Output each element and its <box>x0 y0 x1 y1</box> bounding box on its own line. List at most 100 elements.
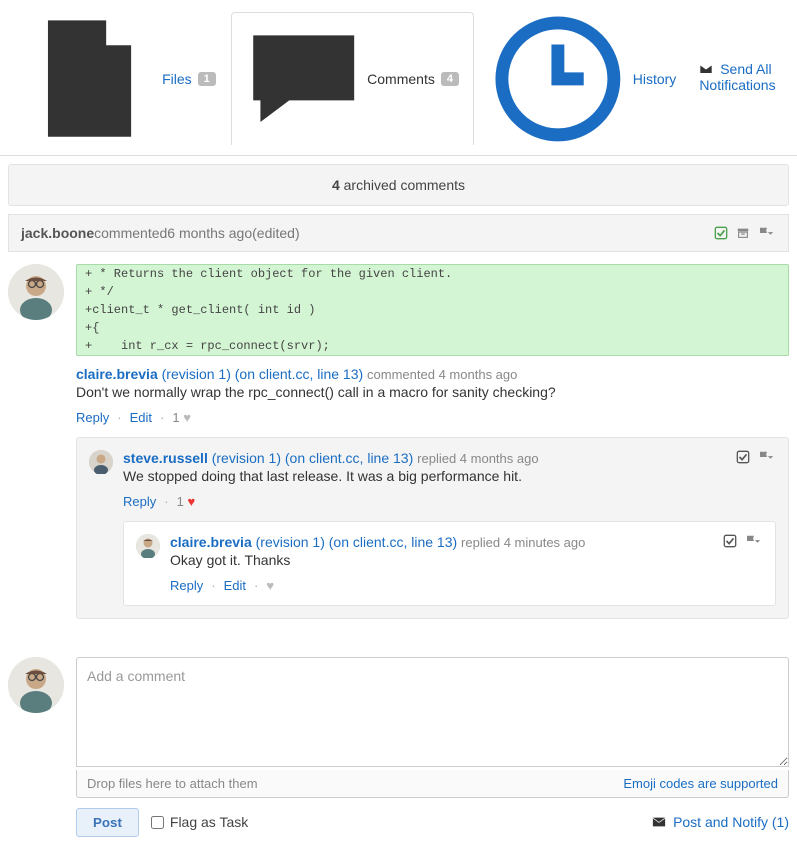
emoji-link[interactable]: Emoji codes are supported <box>623 776 778 791</box>
envelope-icon <box>699 62 713 76</box>
tab-history-label: History <box>633 71 677 87</box>
archived-text: archived comments <box>340 177 465 193</box>
comment-body: Okay got it. Thanks <box>170 552 723 568</box>
task-check-icon[interactable] <box>723 534 737 548</box>
comment-time: 4 months ago <box>460 451 539 466</box>
clock-icon <box>489 10 627 148</box>
thread-header: jack.boone commented 6 months ago (edite… <box>8 214 789 252</box>
tab-files-count: 1 <box>198 72 216 86</box>
like-count[interactable]: 1 ♥ <box>177 494 196 509</box>
comment-head: claire.brevia (revision 1) (on client.cc… <box>76 366 789 382</box>
tab-comments-count: 4 <box>441 72 459 86</box>
code-line: + int r_cx = rpc_connect(srvr); <box>77 337 788 355</box>
comment-foot: Reply · 1 ♥ <box>123 494 776 509</box>
flag-checkbox[interactable] <box>151 816 164 829</box>
flag-as-task[interactable]: Flag as Task <box>151 814 248 830</box>
task-check-icon[interactable] <box>736 450 750 464</box>
archived-banner: 4 archived comments <box>8 164 789 206</box>
tab-history[interactable]: History <box>474 1 691 156</box>
comment-revision[interactable]: (revision 1) (on client.cc, line 13) <box>256 534 458 550</box>
thread-edited: (edited) <box>252 225 299 241</box>
edit-link[interactable]: Edit <box>130 410 152 425</box>
comment-time: 4 minutes ago <box>504 535 586 550</box>
heart-icon[interactable]: ♥ <box>266 578 274 593</box>
edit-link[interactable]: Edit <box>224 578 246 593</box>
comment-head: steve.russell (revision 1) (on client.cc… <box>123 450 736 466</box>
post-and-notify-link[interactable]: Post and Notify (1) <box>652 814 789 830</box>
drop-bar[interactable]: Drop files here to attach them Emoji cod… <box>76 770 789 798</box>
composer: Drop files here to attach them Emoji cod… <box>76 657 789 837</box>
code-block: + * Returns the client object for the gi… <box>76 264 789 356</box>
thread-verb: commented <box>94 225 167 241</box>
comment-foot: Reply · Edit · ♥ <box>170 578 763 593</box>
avatar-steve[interactable] <box>89 450 113 474</box>
content-wrap: + * Returns the client object for the gi… <box>0 260 797 627</box>
composer-foot: Post Flag as Task Post and Notify (1) <box>76 808 789 837</box>
post-button[interactable]: Post <box>76 808 139 837</box>
tab-files[interactable]: Files 1 <box>8 3 231 153</box>
like-count[interactable]: 1 ♥ <box>172 410 191 425</box>
comment-foot: Reply · Edit · 1 ♥ <box>76 410 789 425</box>
reply-link[interactable]: Reply <box>123 494 156 509</box>
composer-wrap: Drop files here to attach them Emoji cod… <box>0 627 797 845</box>
code-line: +{ <box>77 319 788 337</box>
code-line: + * Returns the client object for the gi… <box>77 265 788 283</box>
nested-actions <box>723 534 763 548</box>
comment-revision[interactable]: (revision 1) (on client.cc, line 13) <box>212 450 414 466</box>
archived-count: 4 <box>332 177 340 193</box>
comment-verb: replied <box>461 535 504 550</box>
avatar-claire[interactable] <box>8 264 64 320</box>
code-line: + */ <box>77 283 788 301</box>
reply-link[interactable]: Reply <box>76 410 109 425</box>
archive-icon[interactable] <box>736 226 750 240</box>
comment-input[interactable] <box>76 657 789 767</box>
comment-body: Don't we normally wrap the rpc_connect()… <box>76 384 789 400</box>
comment-revision[interactable]: (revision 1) (on client.cc, line 13) <box>162 366 364 382</box>
file-icon <box>23 12 156 145</box>
nested-comment-1: steve.russell (revision 1) (on client.cc… <box>76 437 789 619</box>
avatar-column <box>8 264 64 619</box>
tabs-bar: Files 1 Comments 4 History Send All Noti… <box>0 0 797 156</box>
reply-link[interactable]: Reply <box>170 578 203 593</box>
nested-actions <box>736 450 776 464</box>
nested-body: steve.russell (revision 1) (on client.cc… <box>123 450 776 606</box>
heart-icon: ♥ <box>183 410 191 425</box>
tab-comments-label: Comments <box>367 71 435 87</box>
code-line: +client_t * get_client( int id ) <box>77 301 788 319</box>
comment-author[interactable]: claire.brevia <box>170 534 252 550</box>
envelope-icon <box>652 815 666 829</box>
comment-icon <box>246 21 361 136</box>
comment-head: claire.brevia (revision 1) (on client.cc… <box>170 534 723 550</box>
tab-files-label: Files <box>162 71 192 87</box>
tabs-right: Send All Notifications <box>691 53 789 101</box>
sep: · <box>117 410 121 425</box>
heart-icon: ♥ <box>187 494 195 509</box>
thread-author: jack.boone <box>21 225 94 241</box>
task-check-icon[interactable] <box>714 226 728 240</box>
thread-actions <box>714 226 776 240</box>
post-and-notify-label: Post and Notify (1) <box>673 814 789 830</box>
comment-body: We stopped doing that last release. It w… <box>123 468 736 484</box>
flag-label: Flag as Task <box>170 814 248 830</box>
send-all-link[interactable]: Send All Notifications <box>699 61 775 93</box>
sep: · <box>254 578 258 593</box>
sep: · <box>164 494 168 509</box>
comment-time: 4 months ago <box>439 367 518 382</box>
comment-1: claire.brevia (revision 1) (on client.cc… <box>76 366 789 425</box>
comment-author[interactable]: steve.russell <box>123 450 208 466</box>
avatar-claire[interactable] <box>8 657 64 713</box>
drop-text: Drop files here to attach them <box>87 776 258 791</box>
comment-verb: commented <box>367 367 439 382</box>
flag-dropdown-icon[interactable] <box>758 226 776 240</box>
flag-dropdown-icon[interactable] <box>758 450 776 464</box>
avatar-claire-small[interactable] <box>136 534 160 558</box>
avatar-column <box>8 657 64 837</box>
nested-body: claire.brevia (revision 1) (on client.cc… <box>170 534 763 593</box>
sep: · <box>211 578 215 593</box>
sep: · <box>160 410 164 425</box>
comment-verb: replied <box>417 451 460 466</box>
flag-dropdown-icon[interactable] <box>745 534 763 548</box>
nested-comment-2: claire.brevia (revision 1) (on client.cc… <box>123 521 776 606</box>
comment-author[interactable]: claire.brevia <box>76 366 158 382</box>
tab-comments[interactable]: Comments 4 <box>231 12 474 144</box>
